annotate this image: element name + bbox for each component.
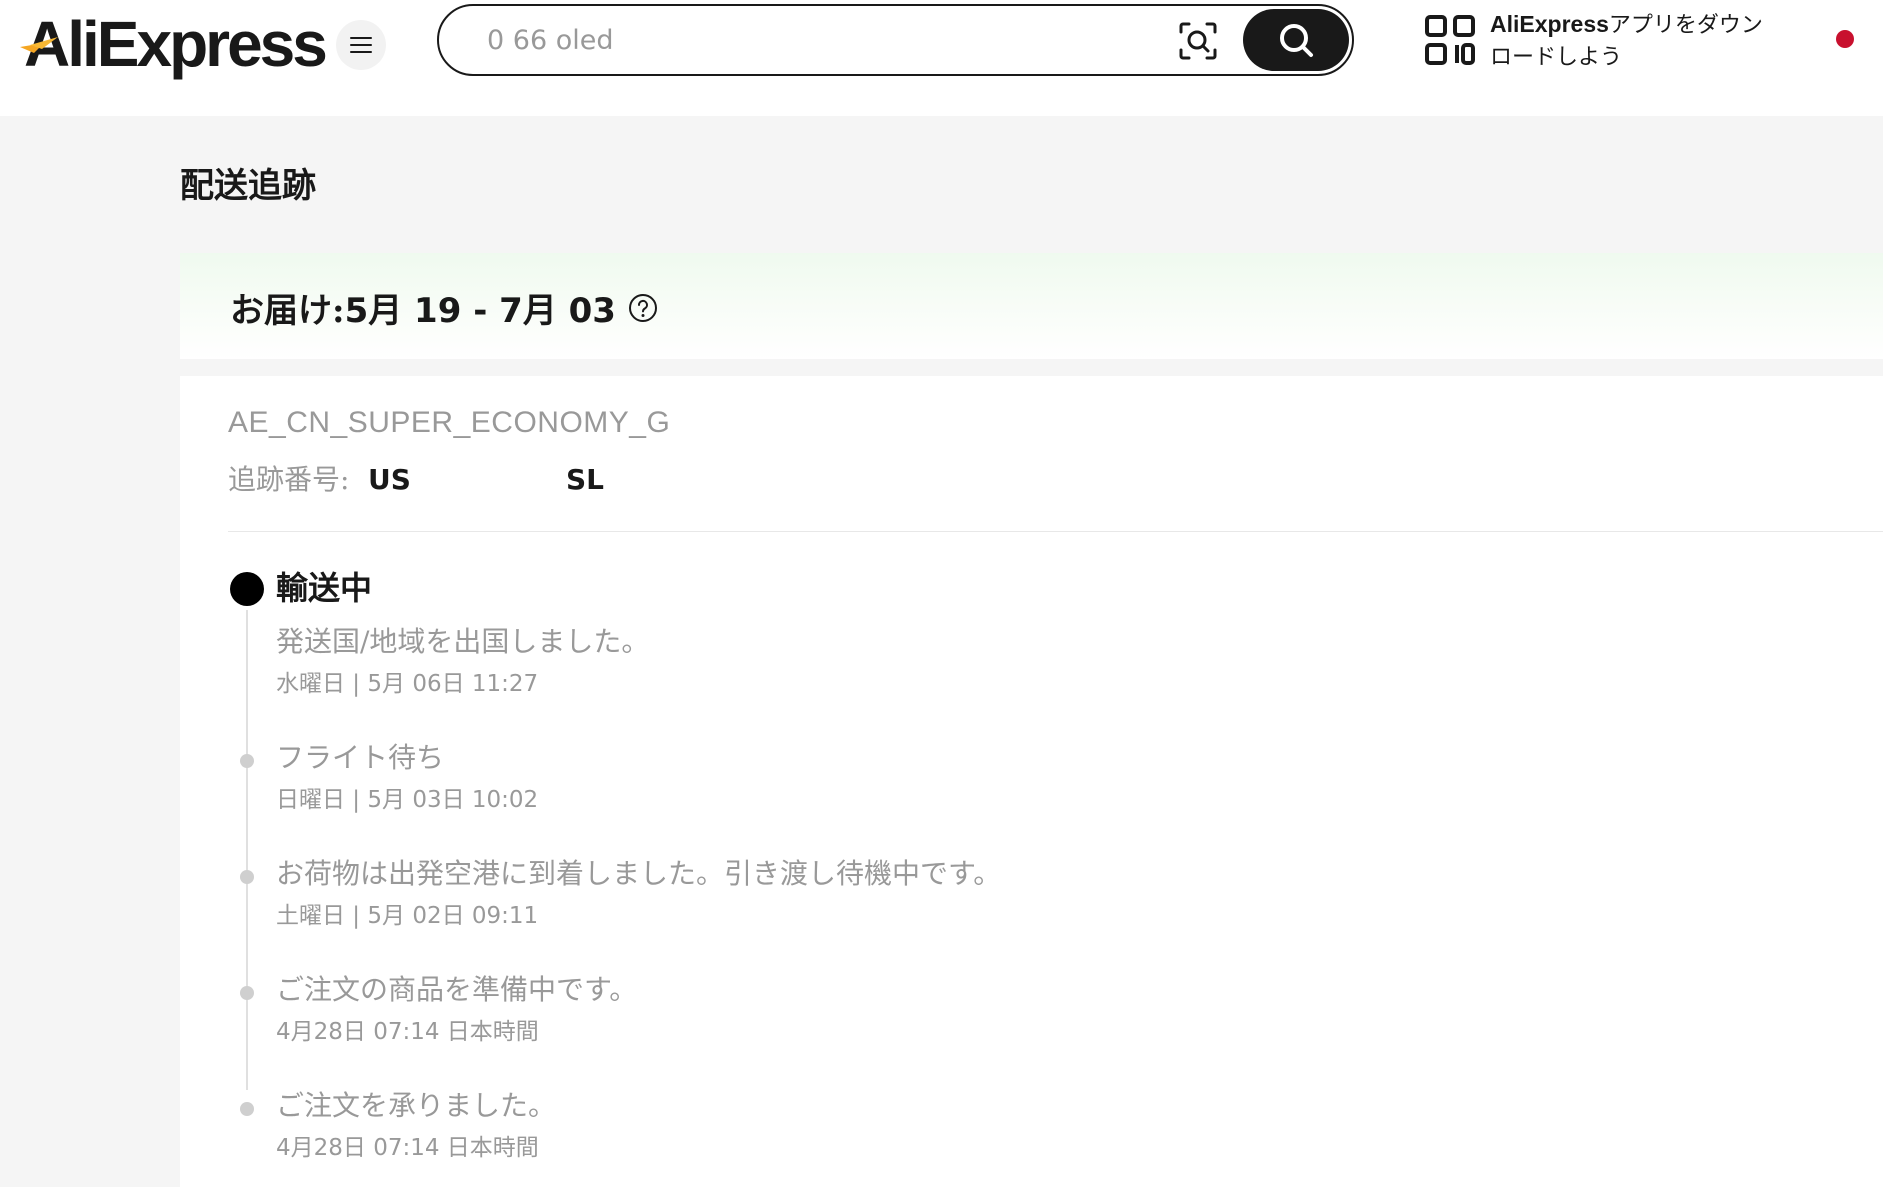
event-time: 4月28日 07:14 日本時間 (276, 1135, 539, 1161)
app-download-line1: AliExpressアプリをダウン (1490, 8, 1790, 42)
current-status-dot (230, 572, 264, 606)
page-title: 配送追跡 (180, 166, 316, 206)
app-brand: AliExpress (1490, 11, 1609, 37)
delivery-label: お届け: (230, 291, 345, 331)
event-description: ご注文を承りました。 (276, 1089, 557, 1122)
hamburger-icon (350, 37, 372, 53)
delivery-dates: 5月 19 - 7月 03 (344, 291, 616, 331)
search-input[interactable] (487, 18, 1127, 62)
search-bar (437, 4, 1354, 76)
current-status: 輸送中 (276, 569, 373, 607)
logo-a: A (20, 7, 70, 81)
top-header: A liExpress 0 66 oled AliExpressアプリをダウン … (0, 0, 1883, 116)
tracking-timeline: 輸送中 発送国/地域を出国しました。 水曜日 | 5月 06日 11:27 フラ… (228, 566, 1428, 1176)
divider (228, 531, 1883, 532)
event-time: 水曜日 | 5月 06日 11:27 (276, 671, 539, 697)
delivery-estimate: お届け: 5月 19 - 7月 03 (230, 283, 658, 332)
event-description: ご注文の商品を準備中です。 (276, 973, 638, 1006)
tracking-number-label: 追跡番号: (228, 463, 350, 496)
aliexpress-logo[interactable]: A liExpress (20, 4, 328, 84)
event-dot (240, 1102, 254, 1116)
event-description: 発送国/地域を出国しました。 (276, 625, 650, 658)
event-dot (240, 986, 254, 1000)
event-time: 4月28日 07:14 日本時間 (276, 1019, 539, 1045)
timeline-line (246, 610, 248, 1090)
event-time: 土曜日 | 5月 02日 09:11 (276, 903, 539, 929)
app-download-line2: ロードしよう (1490, 45, 1623, 70)
japan-flag-icon[interactable] (1836, 30, 1854, 48)
menu-button[interactable] (336, 20, 386, 70)
event-description: フライト待ち (276, 741, 445, 774)
delivery-estimate-card: お届け: 5月 19 - 7月 03 (180, 253, 1883, 359)
event-description: お荷物は出発空港に到着しました。引き渡し待機中です。 (276, 857, 1002, 890)
search-icon (1280, 24, 1313, 57)
app-line1-rest: アプリをダウン (1608, 13, 1763, 38)
app-download-link[interactable]: AliExpressアプリをダウン ロードしよう (1490, 8, 1790, 74)
event-time: 日曜日 | 5月 03日 10:02 (276, 787, 539, 813)
qr-code-icon[interactable] (1424, 14, 1476, 66)
search-button[interactable] (1243, 9, 1349, 71)
event-dot (240, 754, 254, 768)
question-circle-icon[interactable] (628, 293, 658, 323)
tracking-card: AE_CN_SUPER_ECONOMY_G 追跡番号: US SL 輸送中 発送… (180, 376, 1883, 1187)
logo-rest: liExpress (67, 8, 328, 80)
event-dot (240, 870, 254, 884)
image-search-icon[interactable] (1177, 20, 1219, 62)
header-overflow-edge (1874, 14, 1883, 74)
tracking-number-suffix[interactable]: SL (566, 460, 604, 500)
carrier-name: AE_CN_SUPER_ECONOMY_G (228, 406, 671, 439)
tracking-number-prefix[interactable]: US (368, 460, 411, 500)
logo-spark-icon (20, 37, 58, 53)
